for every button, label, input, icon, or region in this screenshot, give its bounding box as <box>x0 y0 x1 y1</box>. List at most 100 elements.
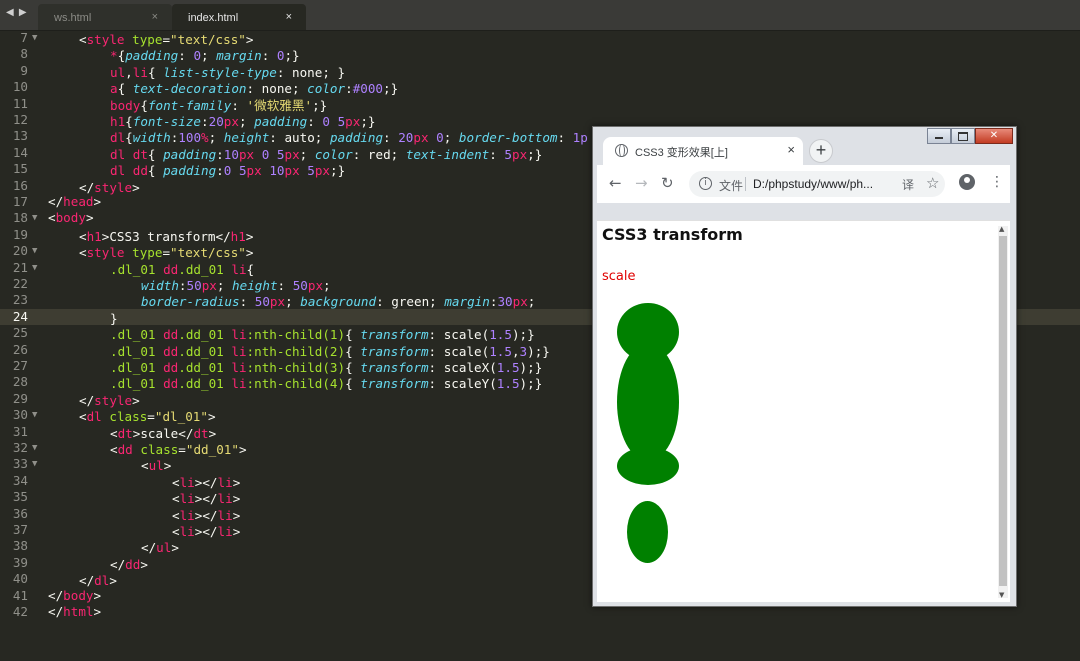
window-close-button[interactable]: ✕ <box>975 128 1013 144</box>
line-number: 19 <box>12 226 28 242</box>
code-token: .dl_01 <box>110 261 156 277</box>
fold-arrow-icon[interactable]: ▼ <box>32 440 37 456</box>
code-token: class <box>109 409 148 425</box>
code-token: ></ <box>194 474 218 490</box>
code-token: : scaleX( <box>428 360 497 375</box>
new-tab-button[interactable]: + <box>809 139 833 163</box>
forward-icon[interactable]: → <box>635 174 648 192</box>
code-token: ; <box>285 294 301 310</box>
account-icon[interactable] <box>959 174 975 190</box>
line-number: 8 <box>20 46 28 62</box>
fold-arrow-icon[interactable]: ▼ <box>32 30 37 46</box>
code-token: li <box>231 261 247 277</box>
code-token: < <box>110 425 118 441</box>
line-number: 13 <box>12 128 28 144</box>
code-token: { <box>345 327 361 343</box>
line-number: 24 <box>12 308 28 324</box>
editor-tab-ws-html[interactable]: ws.html × <box>38 4 172 30</box>
code-token: dd <box>163 327 179 343</box>
code-token: padding <box>125 48 179 64</box>
info-icon[interactable]: i <box>699 177 712 190</box>
code-line[interactable]: 8 *{padding: 0; margin: 0;} <box>0 46 1080 64</box>
code-token: 1p <box>572 130 588 146</box>
translate-icon[interactable]: 译 <box>902 176 914 193</box>
code-text: </head> <box>48 194 101 210</box>
code-line[interactable]: 10 a{ text-decoration: none; color:#000;} <box>0 79 1080 97</box>
code-token: ; <box>527 294 536 310</box>
close-icon[interactable]: × <box>787 142 795 157</box>
maximize-button[interactable] <box>951 128 975 144</box>
code-token: 3 <box>519 343 528 359</box>
code-token: dl <box>110 130 126 146</box>
code-token: 1.5 <box>489 343 512 359</box>
code-token: );} <box>511 327 535 343</box>
code-token: 20 <box>398 130 414 146</box>
line-number: 28 <box>12 374 28 390</box>
code-token: > <box>245 245 254 261</box>
fold-arrow-icon[interactable]: ▼ <box>32 407 37 423</box>
code-token: :nth-child(1) <box>246 327 346 343</box>
code-token: > <box>163 458 172 474</box>
code-token: ;} <box>383 81 399 97</box>
scroll-up-arrow[interactable]: ▲ <box>999 225 1004 233</box>
code-token: .dd_01 <box>178 376 224 392</box>
tab-nav-arrows[interactable]: ◀ ▶ <box>6 7 28 18</box>
code-token: </ <box>79 392 95 408</box>
code-token: "text/css" <box>170 32 246 47</box>
code-token: li <box>217 524 233 539</box>
line-number: 18 <box>12 210 28 226</box>
code-token: ;} <box>330 163 346 179</box>
code-token: > <box>232 474 241 490</box>
code-token: < <box>110 442 118 457</box>
close-icon[interactable]: × <box>152 11 158 23</box>
menu-icon[interactable]: ⋮ <box>990 174 1004 190</box>
code-token: li <box>231 360 247 375</box>
url-text[interactable]: D:/phpstudy/www/ph... <box>753 177 873 191</box>
code-token: li <box>179 474 195 490</box>
code-token: </ <box>48 194 64 209</box>
code-text: </body> <box>48 588 101 604</box>
code-line[interactable]: 11 body{font-family: '微软雅黑';} <box>0 96 1080 113</box>
line-number: 40 <box>12 571 28 587</box>
minimize-button[interactable] <box>927 128 951 144</box>
line-number: 15 <box>12 161 28 177</box>
line-number: 39 <box>12 554 28 570</box>
code-token: ; <box>299 146 315 162</box>
browser-tab[interactable]: CSS3 变形效果[上] × <box>603 137 803 165</box>
code-token: 5 <box>307 163 315 179</box>
scrollbar[interactable]: ▲ ▼ <box>998 225 1008 599</box>
code-token: dl dt <box>110 146 148 162</box>
code-token: >scale</ <box>132 425 194 441</box>
code-token: % <box>201 130 209 146</box>
bookmark-star-icon[interactable]: ☆ <box>926 174 939 192</box>
code-token: : scaleY( <box>428 376 497 392</box>
code-token: : green; <box>376 294 445 310</box>
code-text: <body> <box>48 210 94 226</box>
line-number: 14 <box>12 144 28 160</box>
line-number: 9 <box>20 62 28 78</box>
code-token: font-size <box>132 114 202 129</box>
fold-arrow-icon[interactable]: ▼ <box>32 456 37 472</box>
editor-tab-index-html[interactable]: index.html × <box>172 4 306 30</box>
fold-arrow-icon[interactable]: ▼ <box>32 243 37 259</box>
address-bar[interactable]: i 文件 D:/phpstudy/www/ph... 译 ☆ <box>689 171 945 197</box>
line-number: 22 <box>12 276 28 291</box>
code-token: px <box>413 130 429 146</box>
code-line[interactable]: 7 ▼ <style type="text/css"> <box>0 30 1080 47</box>
fold-arrow-icon[interactable]: ▼ <box>32 210 37 226</box>
code-token: { <box>140 97 148 113</box>
reload-icon[interactable]: ↻ <box>661 174 674 192</box>
close-icon[interactable]: × <box>286 11 292 23</box>
code-token: .dl_01 <box>110 327 156 343</box>
code-line[interactable]: 9 ul,li{ list-style-type: none; } <box>0 62 1080 80</box>
fold-arrow-icon[interactable]: ▼ <box>32 260 37 276</box>
scroll-down-arrow[interactable]: ▼ <box>999 591 1004 599</box>
code-token: 20 <box>208 114 224 129</box>
scrollbar-thumb[interactable] <box>999 236 1007 586</box>
back-icon[interactable]: ← <box>609 174 622 192</box>
